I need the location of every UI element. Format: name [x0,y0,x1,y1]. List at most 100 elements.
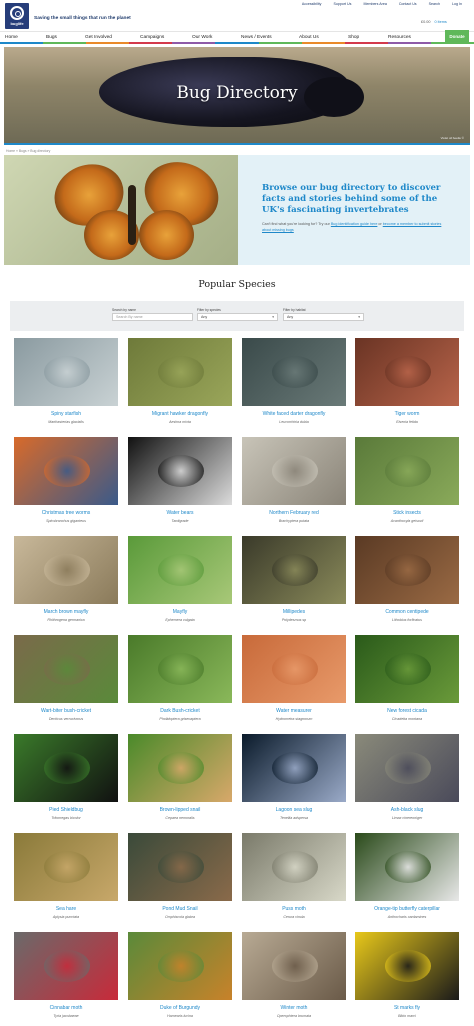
nav-campaigns[interactable]: Campaigns [140,35,164,40]
species-card[interactable]: White faced darter dragonfly Leucorrhinia… [242,338,346,434]
species-image[interactable] [355,536,459,604]
util-link-contact[interactable]: Contact Us [393,2,423,6]
species-name[interactable]: Puss moth [242,906,346,912]
species-name[interactable]: Brown-lipped snail [128,807,232,813]
species-image[interactable] [14,734,118,802]
species-name[interactable]: Cinnabar moth [14,1005,118,1011]
species-name[interactable]: St marks fly [355,1005,459,1011]
species-image[interactable] [128,734,232,802]
species-card[interactable]: Lagoon sea slug Tenellia adspersa [242,734,346,830]
species-name[interactable]: Tiger worm [355,411,459,417]
util-link-search[interactable]: Search [423,2,446,6]
species-select[interactable]: Any ▾ [197,313,278,321]
breadcrumb[interactable]: Home » Bugs » Bug directory [6,149,50,153]
species-card[interactable]: Sea hare Aplysia punctata [14,833,118,929]
species-name[interactable]: Ash-black slug [355,807,459,813]
species-card[interactable]: New forest cicada Cicadetta montana [355,635,459,731]
species-card[interactable]: Stick insects Acanthoxyla geisovii [355,437,459,533]
nav-our-work[interactable]: Our Work [192,35,212,40]
species-image[interactable] [355,338,459,406]
species-card[interactable]: Common centipede Lithobius forficatus [355,536,459,632]
species-image[interactable] [242,833,346,901]
species-image[interactable] [242,338,346,406]
species-name[interactable]: Pond Mud Snail [128,906,232,912]
species-image[interactable] [128,833,232,901]
species-image[interactable] [355,635,459,703]
species-card[interactable]: Winter moth Operophtera brumata [242,932,346,1026]
species-card[interactable]: Orange-tip butterfly caterpillar Anthocha… [355,833,459,929]
species-image[interactable] [14,932,118,1000]
basket[interactable]: £0.00 0 items [421,20,447,24]
species-name[interactable]: Sea hare [14,906,118,912]
species-name[interactable]: Stick insects [355,510,459,516]
species-name[interactable]: Lagoon sea slug [242,807,346,813]
util-link-login[interactable]: Log In [446,2,468,6]
species-card[interactable]: Mayfly Ephemera vulgata [128,536,232,632]
species-image[interactable] [355,833,459,901]
species-card[interactable]: Cinnabar moth Tyria jacobaeae [14,932,118,1026]
species-image[interactable] [355,932,459,1000]
species-image[interactable] [14,536,118,604]
species-name[interactable]: Water measurer [242,708,346,714]
species-name[interactable]: Mayfly [128,609,232,615]
species-name[interactable]: Christmas tree worms [14,510,118,516]
species-name[interactable]: Dark Bush-cricket [128,708,232,714]
species-name[interactable]: Orange-tip butterfly caterpillar [355,906,459,912]
bug-id-guide-link[interactable]: Bug identification guide here [331,222,378,226]
habitat-select[interactable]: Any ▾ [283,313,364,321]
species-card[interactable]: Tiger worm Eisenia fetida [355,338,459,434]
species-name[interactable]: March brown mayfly [14,609,118,615]
species-card[interactable]: Water bears Tardigrade [128,437,232,533]
species-card[interactable]: March brown mayfly Rhithrogena germanica [14,536,118,632]
species-image[interactable] [128,635,232,703]
species-card[interactable]: Millipedes Polydesmus sp [242,536,346,632]
species-name[interactable]: Common centipede [355,609,459,615]
species-name[interactable]: White faced darter dragonfly [242,411,346,417]
nav-home[interactable]: Home [5,35,18,40]
species-card[interactable]: Pond Mud Snail Omphiscola glabra [128,833,232,929]
species-name[interactable]: Millipedes [242,609,346,615]
species-name[interactable]: New forest cicada [355,708,459,714]
species-card[interactable]: Migrant hawker dragonfly Aeshna mixta [128,338,232,434]
species-image[interactable] [355,734,459,802]
species-card[interactable]: Water measurer Hydrometra stagnorum [242,635,346,731]
nav-shop[interactable]: Shop [348,35,359,40]
species-name[interactable]: Migrant hawker dragonfly [128,411,232,417]
species-card[interactable]: Northern February red Brachyptera putata [242,437,346,533]
nav-resources[interactable]: Resources [388,35,411,40]
species-image[interactable] [14,635,118,703]
species-image[interactable] [355,437,459,505]
species-card[interactable]: Wart-biter bush-cricket Decticus verruciv… [14,635,118,731]
species-image[interactable] [128,338,232,406]
species-card[interactable]: Dark Bush-cricket Pholidoptera griseoapte… [128,635,232,731]
species-card[interactable]: Spiny starfish Marthasterias glacialis [14,338,118,434]
species-image[interactable] [242,932,346,1000]
util-link-accessibility[interactable]: Accessibility [296,2,328,6]
species-card[interactable]: Puss moth Cerura vinula [242,833,346,929]
nav-bugs[interactable]: Bugs [46,35,57,40]
nav-news-events[interactable]: News / Events [241,35,272,40]
donate-button[interactable]: Donate [445,30,469,42]
species-name[interactable]: Pied Shieldbug [14,807,118,813]
species-image[interactable] [14,437,118,505]
species-card[interactable]: Ash-black slug Limax cinereoniger [355,734,459,830]
species-name[interactable]: Spiny starfish [14,411,118,417]
nav-about-us[interactable]: About Us [299,35,319,40]
species-image[interactable] [14,833,118,901]
name-search-input[interactable]: Search By name [112,313,193,321]
species-card[interactable]: Brown-lipped snail Cepaea nemoralis [128,734,232,830]
nav-get-involved[interactable]: Get Involved [85,35,112,40]
species-name[interactable]: Winter moth [242,1005,346,1011]
species-name[interactable]: Wart-biter bush-cricket [14,708,118,714]
species-card[interactable]: Christmas tree worms Spirobranchus gigant… [14,437,118,533]
util-link-support[interactable]: Support Us [327,2,357,6]
buglife-logo[interactable]: buglife [5,3,29,29]
species-image[interactable] [242,635,346,703]
species-image[interactable] [14,338,118,406]
util-link-members[interactable]: Members Area [357,2,392,6]
species-name[interactable]: Duke of Burgundy [128,1005,232,1011]
species-card[interactable]: Pied Shieldbug Tritomegas bicolor [14,734,118,830]
species-card[interactable]: St marks fly Bibio marci [355,932,459,1026]
species-image[interactable] [242,536,346,604]
species-image[interactable] [128,932,232,1000]
